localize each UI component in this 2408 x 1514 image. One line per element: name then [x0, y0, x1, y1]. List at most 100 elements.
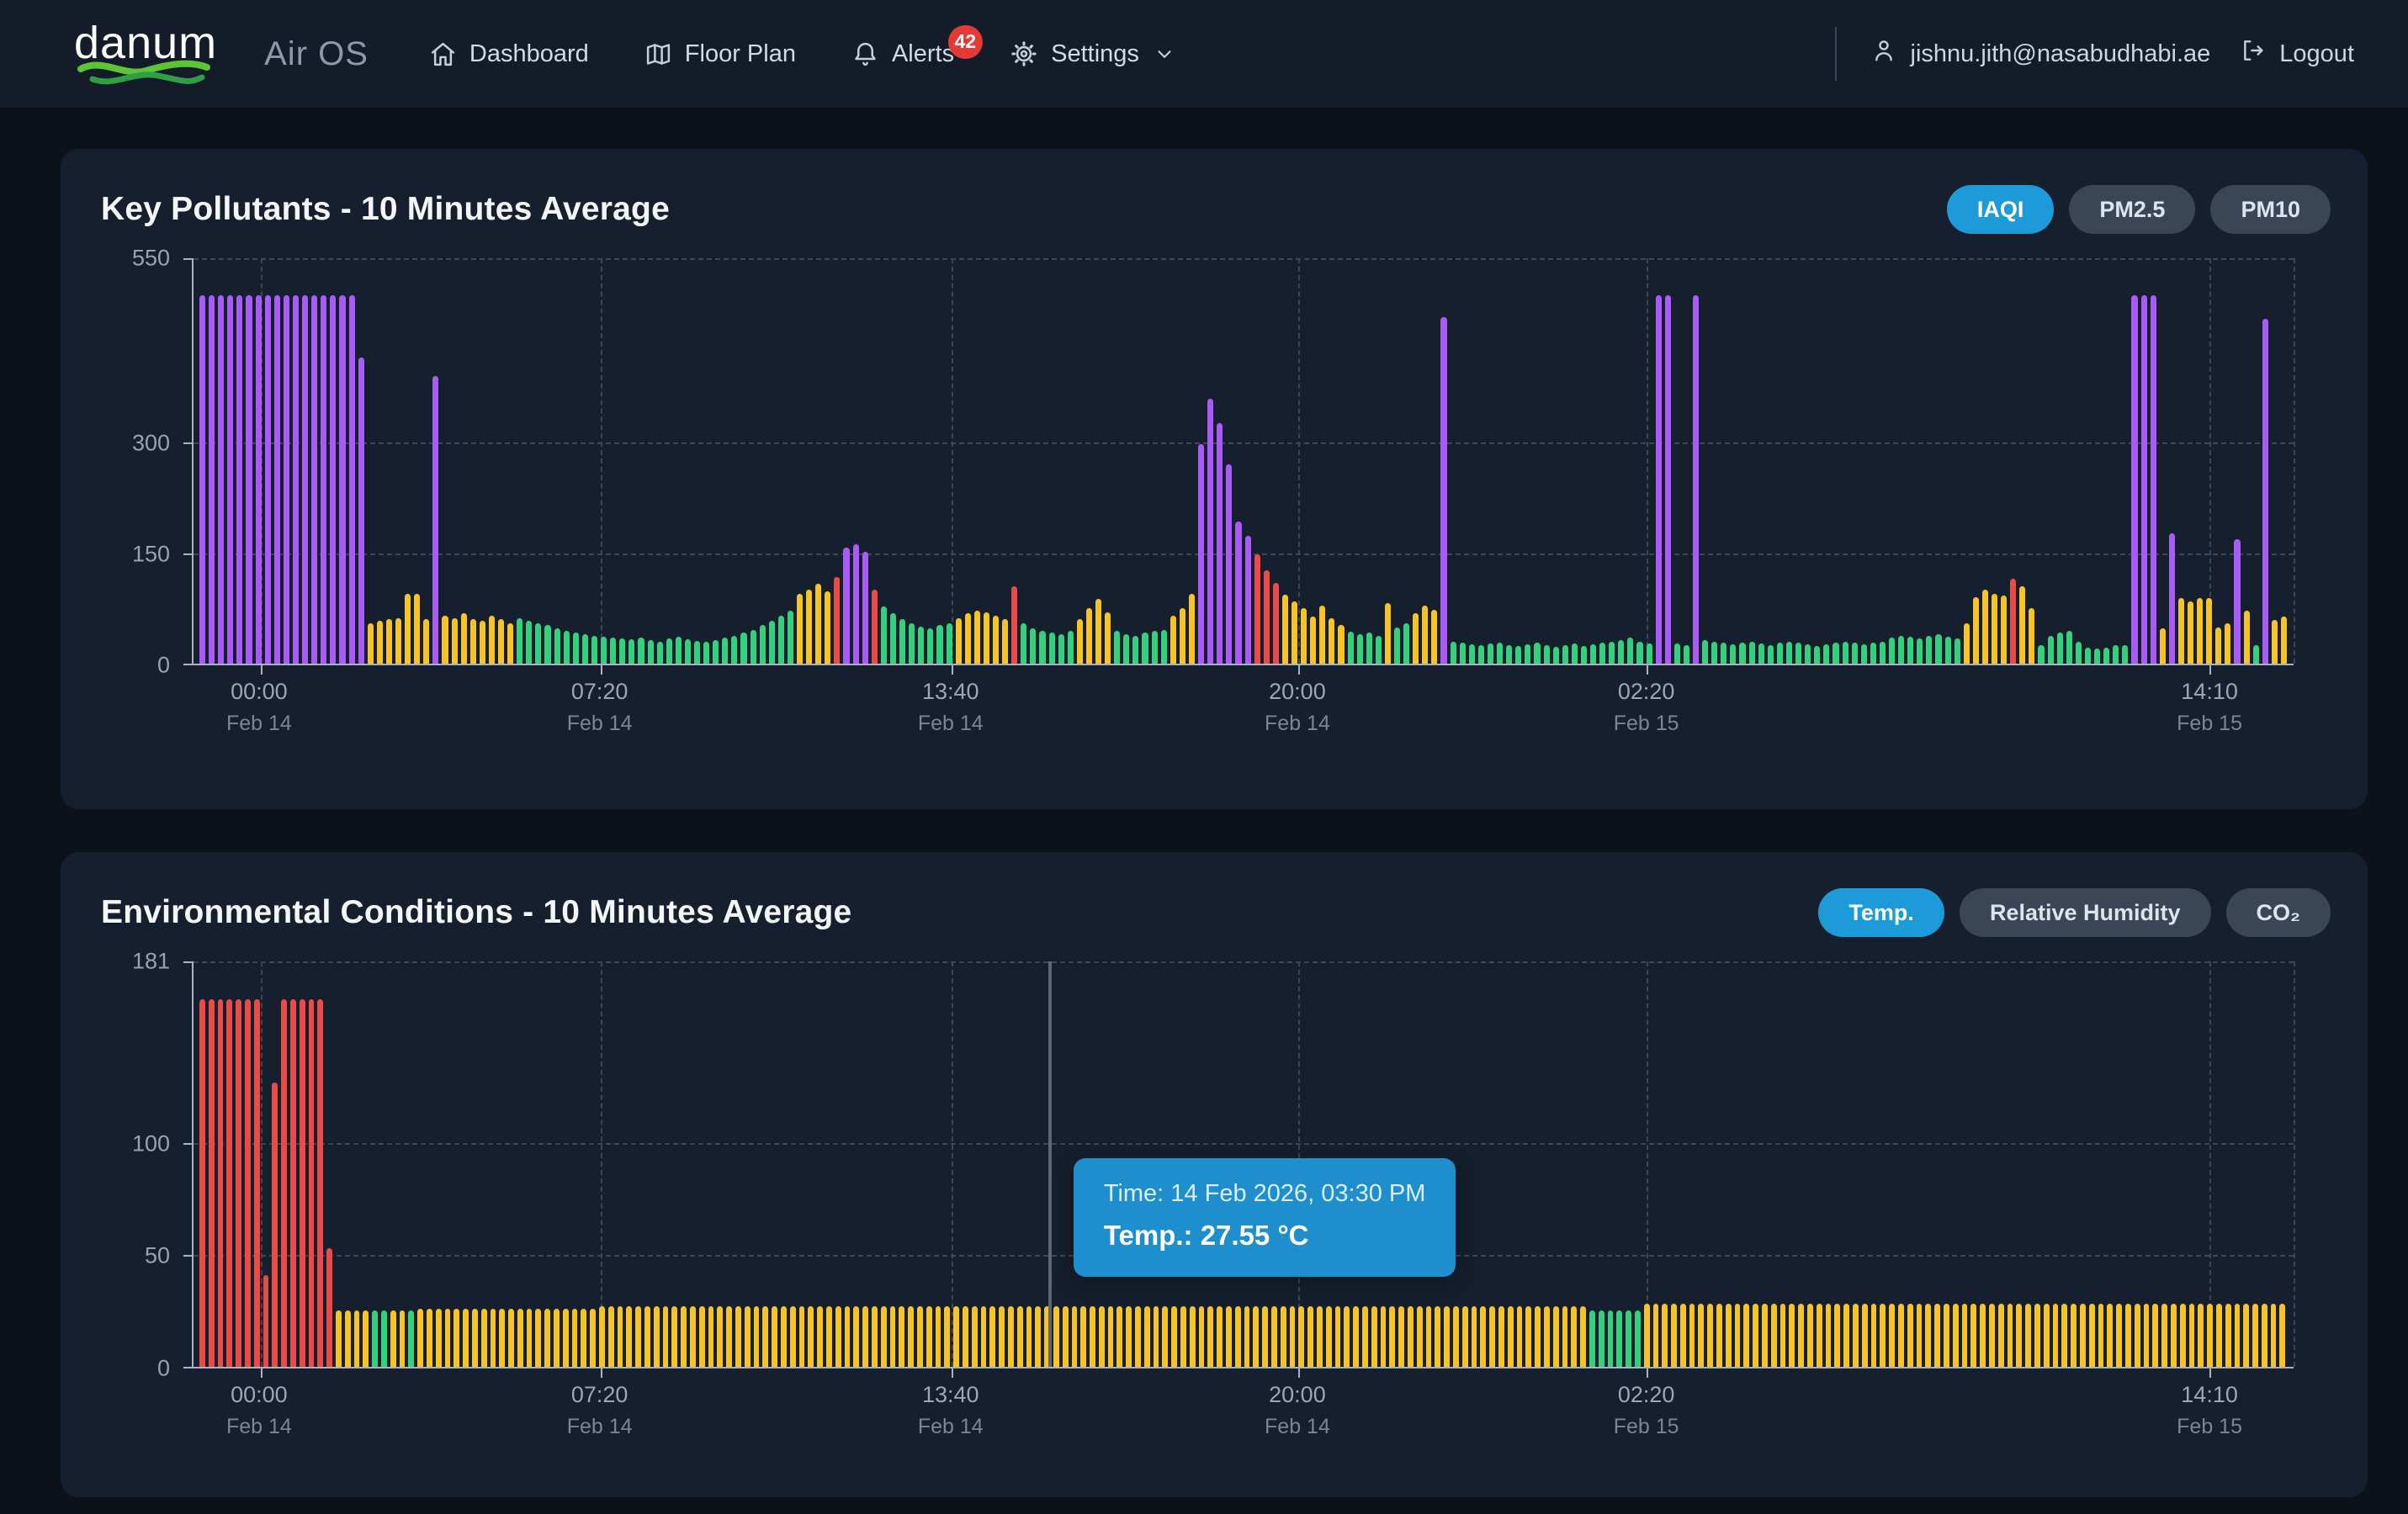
bar-green[interactable]	[1469, 644, 1475, 664]
bar-yellow[interactable]	[1417, 1306, 1423, 1367]
bar-yellow[interactable]	[1413, 613, 1419, 664]
bar-yellow[interactable]	[1035, 1306, 1041, 1367]
bar-yellow[interactable]	[1644, 1304, 1650, 1367]
bar-purple[interactable]	[1226, 464, 1232, 664]
bar-yellow[interactable]	[2189, 1304, 2195, 1367]
bar-green[interactable]	[1039, 631, 1045, 664]
bar-green[interactable]	[1702, 640, 1708, 664]
bar-yellow[interactable]	[626, 1306, 632, 1367]
bar-yellow[interactable]	[2198, 1304, 2204, 1367]
bar-yellow[interactable]	[1171, 1306, 1177, 1367]
bar-yellow[interactable]	[1207, 1306, 1213, 1367]
bar-green[interactable]	[769, 621, 775, 664]
bar-green[interactable]	[1403, 623, 1409, 664]
bar-yellow[interactable]	[1307, 1306, 1313, 1367]
bar-yellow[interactable]	[1226, 1306, 1232, 1367]
bar-red[interactable]	[872, 590, 878, 664]
bar-yellow[interactable]	[1962, 1304, 1968, 1367]
bar-yellow[interactable]	[974, 611, 980, 664]
bar-yellow[interactable]	[527, 1309, 533, 1367]
bar-yellow[interactable]	[452, 618, 458, 664]
bar-green[interactable]	[890, 613, 896, 664]
bar-yellow[interactable]	[1398, 1306, 1404, 1367]
bar-yellow[interactable]	[618, 1306, 623, 1367]
bar-red[interactable]	[263, 1275, 269, 1367]
bar-red[interactable]	[1264, 570, 1270, 664]
bar-yellow[interactable]	[2197, 598, 2203, 664]
bar-green[interactable]	[1758, 643, 1764, 664]
bar-yellow[interactable]	[1798, 1304, 1804, 1367]
bar-yellow[interactable]	[563, 1309, 569, 1367]
bar-purple[interactable]	[227, 295, 233, 664]
bar-green[interactable]	[1068, 631, 1074, 664]
bar-green[interactable]	[408, 1310, 414, 1367]
bar-yellow[interactable]	[926, 1306, 932, 1367]
bar-yellow[interactable]	[1871, 1304, 1877, 1367]
bar-yellow[interactable]	[2272, 620, 2278, 664]
bar-purple[interactable]	[432, 376, 438, 664]
bar-yellow[interactable]	[1262, 1306, 1268, 1367]
bar-yellow[interactable]	[908, 1306, 914, 1367]
bar-yellow[interactable]	[1472, 1306, 1477, 1367]
bar-yellow[interactable]	[481, 1309, 487, 1367]
bar-yellow[interactable]	[1244, 1306, 1250, 1367]
bar-green[interactable]	[657, 642, 663, 664]
bar-green[interactable]	[1357, 634, 1363, 664]
bar-yellow[interactable]	[993, 616, 999, 664]
bar-yellow[interactable]	[1789, 1304, 1795, 1367]
iaqi-toggle-button[interactable]: IAQI	[1947, 185, 2055, 234]
bar-green[interactable]	[1627, 638, 1633, 664]
bar-green[interactable]	[1833, 643, 1838, 664]
bar-yellow[interactable]	[1553, 1306, 1559, 1367]
bar-yellow[interactable]	[400, 1310, 406, 1367]
bar-yellow[interactable]	[1154, 1306, 1159, 1367]
bar-green[interactable]	[2066, 631, 2072, 664]
bar-yellow[interactable]	[1095, 599, 1101, 664]
bar-yellow[interactable]	[2281, 617, 2287, 664]
bar-yellow[interactable]	[508, 1309, 514, 1367]
bar-purple[interactable]	[2151, 295, 2156, 664]
bar-yellow[interactable]	[1453, 1306, 1459, 1367]
bar-purple[interactable]	[2169, 533, 2175, 664]
bar-yellow[interactable]	[1338, 625, 1344, 664]
bar-yellow[interactable]	[1217, 1306, 1223, 1367]
bar-green[interactable]	[517, 618, 522, 664]
bar-green[interactable]	[1608, 1310, 1614, 1367]
bar-green[interactable]	[2076, 642, 2082, 664]
bar-green[interactable]	[1843, 642, 1848, 664]
bar-yellow[interactable]	[772, 1306, 777, 1367]
bar-yellow[interactable]	[1771, 1304, 1777, 1367]
bar-green[interactable]	[610, 638, 616, 664]
bar-green[interactable]	[751, 630, 756, 664]
bar-green[interactable]	[1161, 630, 1167, 664]
bar-yellow[interactable]	[1780, 1304, 1786, 1367]
bar-green[interactable]	[1635, 1310, 1641, 1367]
bar-green[interactable]	[1478, 645, 1484, 664]
bar-green[interactable]	[1711, 642, 1717, 664]
bar-yellow[interactable]	[1862, 1304, 1868, 1367]
bar-green[interactable]	[1768, 645, 1774, 664]
bar-yellow[interactable]	[1431, 610, 1437, 664]
bar-yellow[interactable]	[2160, 628, 2166, 664]
bar-yellow[interactable]	[2025, 1304, 2031, 1367]
bar-yellow[interactable]	[1422, 606, 1428, 664]
bar-green[interactable]	[1497, 643, 1503, 664]
bar-yellow[interactable]	[835, 1306, 841, 1367]
bar-yellow[interactable]	[608, 1306, 614, 1367]
bar-red[interactable]	[245, 999, 251, 1367]
bar-yellow[interactable]	[2135, 1304, 2140, 1367]
bar-yellow[interactable]	[708, 1306, 714, 1367]
bar-green[interactable]	[788, 611, 793, 664]
bar-yellow[interactable]	[2225, 623, 2230, 664]
bar-yellow[interactable]	[2089, 1304, 2095, 1367]
bar-yellow[interactable]	[845, 1306, 851, 1367]
bar-yellow[interactable]	[1480, 1306, 1486, 1367]
bar-yellow[interactable]	[1301, 608, 1307, 664]
bar-yellow[interactable]	[535, 1309, 541, 1367]
bar-green[interactable]	[1616, 1310, 1622, 1367]
bar-yellow[interactable]	[1762, 1304, 1768, 1367]
bar-purple[interactable]	[1217, 423, 1223, 664]
bar-yellow[interactable]	[1462, 1306, 1468, 1367]
bar-yellow[interactable]	[989, 1306, 995, 1367]
bar-purple[interactable]	[843, 548, 849, 664]
